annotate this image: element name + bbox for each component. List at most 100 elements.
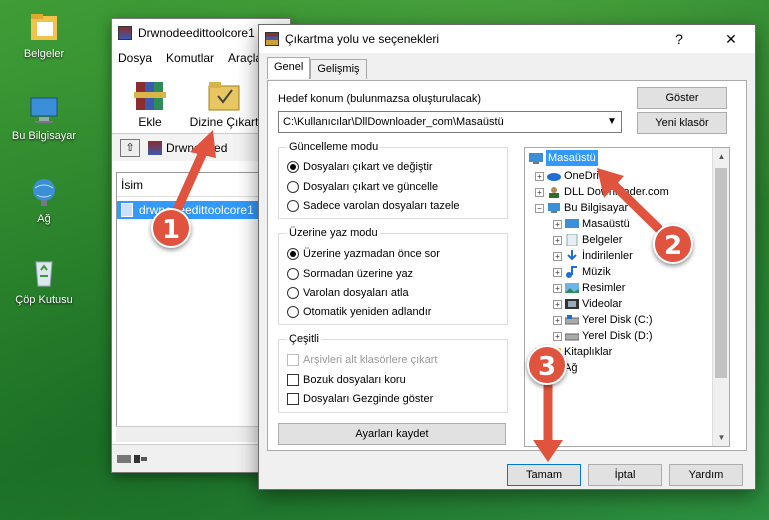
tree-label: Resimler: [582, 282, 626, 294]
destination-label: Hedef konum (bulunmazsa oluşturulacak): [278, 93, 481, 105]
tab-general[interactable]: Genel: [267, 57, 311, 79]
general-panel: Hedef konum (bulunmazsa oluşturulacak) C…: [267, 80, 747, 451]
music-note-icon: [565, 266, 579, 278]
ok-button[interactable]: Tamam: [507, 464, 581, 486]
scroll-up-icon[interactable]: ▲: [713, 148, 729, 165]
drive-icon: [564, 314, 580, 326]
tree-label: Kitaplıklar: [564, 346, 613, 358]
scroll-down-icon[interactable]: ▼: [713, 429, 729, 446]
close-button[interactable]: ✕: [711, 25, 751, 53]
desktop-icon-this-pc[interactable]: Bu Bilgisayar: [4, 92, 84, 142]
radio-skip-existing[interactable]: Varolan dosyaları atla: [287, 287, 409, 299]
radio-button[interactable]: [287, 248, 299, 260]
expand-icon[interactable]: +: [553, 299, 562, 309]
tab-advanced[interactable]: Gelişmiş: [310, 59, 367, 79]
recycle-bin-icon: [27, 256, 61, 290]
menu-file[interactable]: Dosya: [118, 51, 152, 65]
radio-extract-update[interactable]: Dosyaları çıkart ve güncelle: [287, 181, 438, 193]
expand-icon[interactable]: +: [553, 283, 562, 293]
file-icon: [121, 203, 133, 217]
add-button[interactable]: Ekle: [122, 78, 178, 129]
folder-icon: [27, 10, 61, 44]
tree-item-downloads[interactable]: + İndirilenler: [553, 248, 633, 264]
option-label: Bozuk dosyaları koru: [303, 374, 406, 386]
option-label: Varolan dosyaları atla: [303, 287, 409, 299]
save-settings-button[interactable]: Ayarları kaydet: [278, 423, 506, 445]
tree-scrollbar[interactable]: ▲ ▼: [712, 148, 729, 446]
tree-item-onedrive[interactable]: + OneDrive: [535, 168, 610, 184]
tree-item-local-disk-c[interactable]: + Yerel Disk (C:): [553, 312, 653, 328]
path-field[interactable]: Drwnodeed: [148, 140, 227, 155]
destination-value: C:\Kullanıcılar\DllDownloader_com\Masaüs…: [283, 116, 504, 128]
desktop-folder-icon: [565, 218, 579, 230]
tree-item-pc-desktop[interactable]: + Masaüstü: [553, 216, 630, 232]
desktop-icon-label: Ağ: [37, 213, 51, 225]
chevron-down-icon[interactable]: ▼: [603, 112, 621, 132]
up-folder-button[interactable]: ⇧: [120, 138, 140, 157]
destination-combo[interactable]: C:\Kullanıcılar\DllDownloader_com\Masaüs…: [278, 111, 622, 133]
radio-button[interactable]: [287, 181, 299, 193]
radio-button[interactable]: [287, 200, 299, 212]
collapse-icon[interactable]: −: [535, 203, 544, 213]
tree-label: Bu Bilgisayar: [564, 202, 629, 214]
tree-label: İndirilenler: [582, 250, 633, 262]
expand-icon[interactable]: +: [553, 251, 562, 261]
scroll-thumb[interactable]: [715, 168, 727, 378]
help-button[interactable]: Yardım: [669, 464, 743, 486]
expand-icon[interactable]: +: [553, 235, 562, 245]
tree-item-music[interactable]: + Müzik: [553, 264, 611, 280]
tree-item-documents[interactable]: + Belgeler: [553, 232, 622, 248]
desktop-icon-recycle-bin[interactable]: Çöp Kutusu: [4, 256, 84, 306]
documents-icon: [565, 233, 579, 247]
desktop-icon-documents[interactable]: Belgeler: [4, 10, 84, 60]
checkbox[interactable]: [287, 393, 299, 405]
expand-icon[interactable]: +: [535, 171, 544, 181]
drive-status-icon: [117, 455, 147, 463]
tree-item-local-disk-d[interactable]: + Yerel Disk (D:): [553, 328, 653, 344]
tree-item-videos[interactable]: + Videolar: [553, 296, 622, 312]
check-show-in-explorer[interactable]: Dosyaları Gezginde göster: [287, 393, 433, 405]
radio-auto-rename[interactable]: Otomatik yeniden adlandır: [287, 306, 431, 318]
radio-overwrite-without-asking[interactable]: Sormadan üzerine yaz: [287, 268, 413, 280]
film-icon: [565, 298, 579, 310]
radio-button[interactable]: [287, 161, 299, 173]
expand-icon[interactable]: +: [553, 315, 562, 325]
show-button[interactable]: Göster: [637, 87, 727, 109]
tree-label: DLL Downloader.com: [564, 186, 669, 198]
tree-item-desktop[interactable]: Masaüstü: [529, 150, 598, 166]
tree-item-dll-downloader[interactable]: + DLL Downloader.com: [535, 184, 669, 200]
desktop-icon-label: Çöp Kutusu: [15, 294, 73, 306]
download-arrow-icon: [565, 250, 579, 262]
computer-icon: [27, 92, 61, 126]
radio-extract-replace[interactable]: Dosyaları çıkart ve değiştir: [287, 161, 433, 173]
radio-button[interactable]: [287, 287, 299, 299]
expand-icon[interactable]: +: [553, 267, 562, 277]
radio-ask-before-overwrite[interactable]: Üzerine yazmadan önce sor: [287, 248, 440, 260]
overwrite-mode-group: Üzerine yaz modu Üzerine yazmadan önce s…: [278, 227, 508, 325]
cloud-icon: [547, 170, 561, 182]
expand-icon[interactable]: +: [553, 219, 562, 229]
checkbox[interactable]: [287, 374, 299, 386]
help-title-button[interactable]: ?: [659, 25, 699, 53]
tree-item-pictures[interactable]: + Resimler: [553, 280, 625, 296]
menu-commands[interactable]: Komutlar: [166, 51, 214, 65]
tree-label: Belgeler: [582, 234, 623, 246]
radio-button[interactable]: [287, 306, 299, 318]
folder-tree[interactable]: Masaüstü + OneDrive + DLL Downloader.com…: [524, 147, 730, 447]
check-keep-broken-files[interactable]: Bozuk dosyaları koru: [287, 374, 406, 386]
tree-label: OneDrive: [564, 170, 611, 182]
radio-freshen-existing[interactable]: Sadece varolan dosyaları tazele: [287, 200, 460, 212]
user-icon: [547, 186, 561, 198]
radio-button[interactable]: [287, 268, 299, 280]
expand-icon[interactable]: +: [535, 187, 544, 197]
tree-item-this-pc[interactable]: − Bu Bilgisayar: [535, 200, 628, 216]
expand-icon[interactable]: +: [553, 331, 562, 341]
misc-group: Çeşitli Arşivleri alt klasörlere çıkart …: [278, 333, 508, 413]
tree-label: Yerel Disk (D:): [582, 330, 653, 342]
extract-to-label: Dizine Çıkart: [189, 115, 259, 129]
menu-tools[interactable]: Araçla: [228, 51, 262, 65]
new-folder-button[interactable]: Yeni klasör: [637, 112, 727, 134]
desktop-icon-network[interactable]: Ağ: [4, 175, 84, 225]
extract-to-button[interactable]: Dizine Çıkart: [188, 78, 260, 129]
cancel-button[interactable]: İptal: [588, 464, 662, 486]
